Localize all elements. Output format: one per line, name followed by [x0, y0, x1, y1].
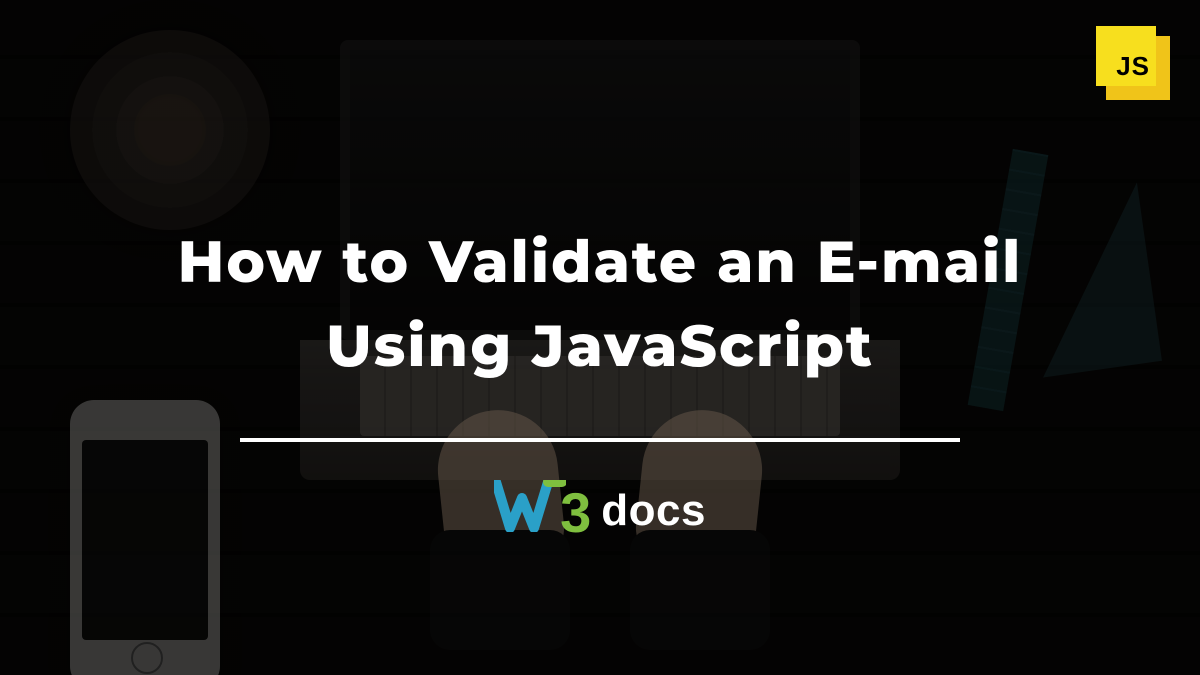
logo-w-icon: [494, 480, 566, 532]
title-line-1: How to Validate an E-mail: [0, 220, 1200, 304]
w3docs-logo: 3 docs: [0, 480, 1200, 541]
logo-mark: 3: [494, 480, 591, 541]
js-badge-label: JS: [1116, 51, 1150, 82]
page-title: How to Validate an E-mail Using JavaScri…: [0, 220, 1200, 388]
title-line-2: Using JavaScript: [0, 304, 1200, 388]
logo-docs: docs: [601, 486, 706, 536]
title-underline: [240, 438, 960, 442]
js-badge-front: JS: [1096, 26, 1156, 86]
javascript-badge-icon: JS: [1090, 26, 1170, 100]
